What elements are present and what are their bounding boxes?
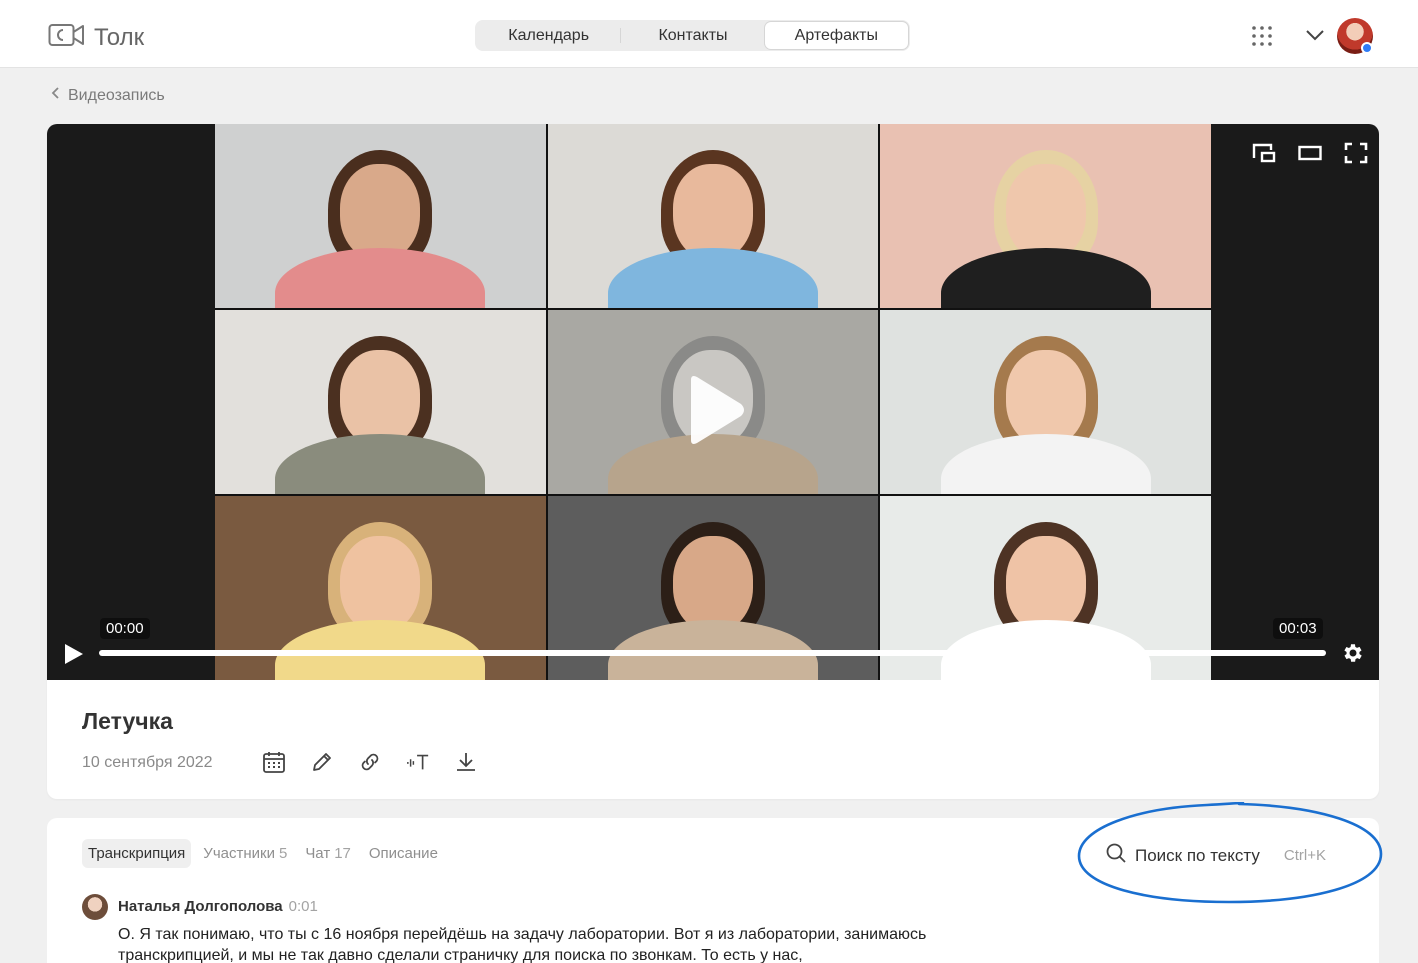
- tab-label: Описание: [368, 845, 438, 862]
- download-icon[interactable]: [454, 750, 478, 774]
- video-camera-icon: [48, 22, 86, 53]
- progress-bar[interactable]: [99, 650, 1326, 656]
- tab-contacts[interactable]: Контакты: [621, 22, 764, 49]
- recording-date: 10 сентября 2022: [82, 754, 213, 771]
- online-status-dot: [1361, 42, 1373, 54]
- tab-label: Транскрипция: [88, 845, 186, 862]
- time-total: 00:03: [1273, 618, 1323, 639]
- tab-label: Чат: [305, 845, 331, 862]
- tab-count: 5: [278, 845, 288, 862]
- recording-actions: [262, 750, 478, 774]
- message-time[interactable]: 0:01: [289, 898, 318, 915]
- transcript-tabs: Транскрипция Участники 5 Чат 17 Описание: [82, 839, 444, 868]
- pip-icon[interactable]: [1252, 142, 1276, 169]
- play-icon[interactable]: [63, 642, 85, 671]
- message-text: О. Я так понимаю, что ты с 16 ноября пер…: [118, 926, 927, 963]
- video-tile: [547, 124, 879, 308]
- breadcrumb-back[interactable]: Видеозапись: [50, 86, 165, 105]
- video-tile: [215, 124, 546, 308]
- theater-icon[interactable]: [1298, 142, 1322, 169]
- top-bar: Толк Календарь Контакты Артефакты: [0, 0, 1418, 68]
- breadcrumb-label: Видеозапись: [68, 86, 165, 104]
- video-tile: [880, 124, 1211, 308]
- tab-participants[interactable]: Участники 5: [197, 839, 293, 868]
- video-player[interactable]: 00:00 00:03: [47, 124, 1379, 680]
- tab-label: Участники: [203, 845, 275, 862]
- avatar: [82, 894, 108, 920]
- message-author: Наталья Долгополова 0:01: [118, 898, 318, 915]
- tab-count: 17: [334, 845, 351, 862]
- recording-title: Летучка: [82, 708, 173, 734]
- player-top-controls: [1252, 142, 1368, 169]
- fullscreen-icon[interactable]: [1344, 142, 1368, 169]
- app-name: Толк: [94, 23, 145, 51]
- tab-chat[interactable]: Чат 17: [299, 839, 357, 868]
- tab-artifacts[interactable]: Артефакты: [764, 22, 908, 49]
- chevron-down-icon[interactable]: [1305, 28, 1325, 47]
- app-logo[interactable]: Толк: [48, 22, 144, 53]
- highlight-oval: [1077, 802, 1383, 904]
- tab-calendar[interactable]: Календарь: [477, 22, 620, 49]
- play-overlay-icon[interactable]: [683, 374, 747, 451]
- time-current: 00:00: [100, 618, 150, 639]
- settings-icon[interactable]: [1341, 641, 1365, 670]
- tab-transcription[interactable]: Транскрипция: [82, 839, 192, 868]
- chevron-left-icon: [50, 86, 60, 105]
- tab-description[interactable]: Описание: [363, 839, 444, 868]
- edit-icon[interactable]: [310, 750, 334, 774]
- video-tile: [215, 310, 546, 494]
- main-nav-tabs: Календарь Контакты Артефакты: [475, 20, 910, 51]
- transcript-icon[interactable]: [406, 750, 430, 774]
- author-name: Наталья Долгополова: [118, 898, 283, 915]
- calendar-icon[interactable]: [262, 750, 286, 774]
- grid-icon[interactable]: [1251, 25, 1273, 52]
- video-tile: [880, 310, 1211, 494]
- recording-card: 00:00 00:03 Летучка 10 сентября 2022: [47, 124, 1379, 799]
- link-icon[interactable]: [358, 750, 382, 774]
